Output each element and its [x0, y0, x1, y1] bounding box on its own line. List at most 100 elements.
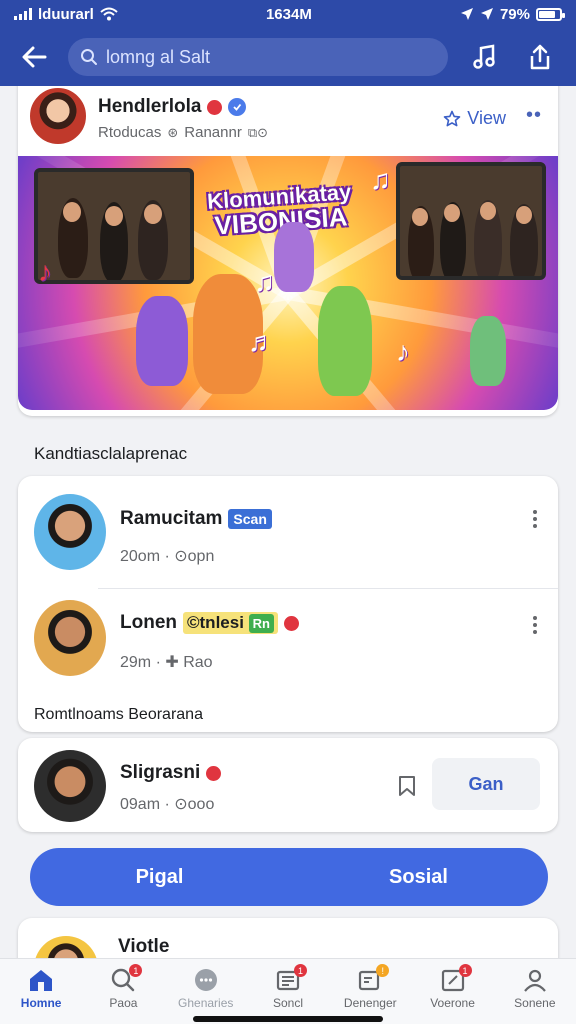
carrier-name: lduurarl — [38, 5, 94, 23]
live-badge-icon — [207, 99, 223, 115]
person-name-text: Lonen — [120, 612, 177, 633]
pigal-button[interactable]: Pigal — [30, 848, 289, 906]
notification-dot-icon — [206, 765, 222, 781]
person-meta: 20om · ⊙opn — [120, 548, 215, 565]
people-card: Ramucitam Scan 20om · ⊙opn Lonen ©tnlesi… — [18, 476, 558, 732]
notification-dot-icon — [284, 615, 300, 631]
post-meta-text: Rtoducas — [98, 124, 162, 141]
person-name[interactable]: Viotle — [118, 936, 169, 958]
tab-label: Ghenaries — [178, 996, 234, 1010]
search-icon: 1 — [109, 964, 143, 993]
tab-news[interactable]: 1 Soncl — [247, 959, 329, 1024]
home-indicator — [193, 1016, 383, 1022]
avatar[interactable] — [34, 750, 106, 822]
home-icon — [27, 967, 55, 993]
music-note-icon-4: ♪ — [38, 256, 52, 287]
cartoon-boy-character — [318, 286, 372, 396]
last-card: Viotle — [18, 918, 558, 958]
avatar[interactable] — [34, 936, 98, 958]
more-options-icon[interactable] — [532, 616, 538, 634]
person-name[interactable]: Sligrasni — [120, 762, 222, 784]
post-author-name: Hendlerlola — [98, 96, 202, 117]
list-item[interactable]: Ramucitam Scan 20om · ⊙opn — [18, 476, 558, 588]
sosial-button[interactable]: Sosial — [289, 848, 548, 906]
suggest-card: Sligrasni 09am · ⊙ooo Gan — [18, 738, 558, 832]
tab-home[interactable]: Homne — [0, 959, 82, 1024]
section-label: Kandtiasclalaprenac — [34, 444, 188, 463]
battery-percent: 79% — [499, 5, 530, 23]
tab-profile[interactable]: Sonene — [494, 959, 576, 1024]
star-icon — [443, 110, 461, 126]
avatar[interactable] — [34, 600, 106, 676]
battery-icon — [536, 7, 565, 21]
person-name[interactable]: Ramucitam Scan — [120, 508, 272, 530]
notification-badge: ! — [376, 964, 390, 977]
status-badge-secondary: Rn — [248, 614, 275, 633]
status-badge: Scan — [228, 509, 272, 529]
tab-search[interactable]: 1 Paoa — [82, 959, 164, 1024]
post-header: Hendlerlola Rtoducas ⊛ Ranannr ⧉⊙ View •… — [18, 86, 558, 146]
tab-chat[interactable]: Ghenaries — [165, 959, 247, 1024]
search-input[interactable]: lomng al Salt — [68, 38, 448, 76]
group-photo-left — [34, 168, 194, 284]
tab-label: Soncl — [272, 996, 303, 1010]
post-meta-extra: Ranannr — [184, 124, 242, 141]
location-arrow-icon — [460, 8, 473, 20]
top-bar: lduurarl 1634M 79% lomng al Salt — [0, 0, 576, 86]
compose-icon: 1 — [439, 964, 472, 993]
person-name-text: Ramucitam — [120, 508, 223, 529]
person-name-text: Sligrasni — [120, 762, 201, 783]
person-name[interactable]: Lonen ©tnlesi Rn — [120, 612, 300, 634]
status-badge: ©tnlesi Rn — [183, 612, 279, 634]
author-avatar[interactable] — [30, 88, 86, 144]
status-badge-text: ©tnlesi — [187, 613, 244, 632]
search-icon — [81, 49, 97, 65]
share-upload-icon — [530, 44, 550, 70]
avatar[interactable] — [34, 494, 106, 570]
cartoon-girl-character — [136, 296, 188, 386]
group-photo-right — [396, 162, 546, 280]
music-button[interactable] — [464, 37, 504, 77]
post-card: Hendlerlola Rtoducas ⊛ Ranannr ⧉⊙ View •… — [18, 86, 558, 416]
back-arrow-icon — [22, 46, 47, 68]
bookmark-icon[interactable] — [396, 774, 418, 798]
follow-button[interactable]: Gan — [432, 758, 540, 810]
cartoon-girl-small-character — [274, 222, 314, 292]
globe-icon: ⊛ — [167, 124, 179, 140]
tab-label: Paoa — [109, 996, 138, 1010]
share-button[interactable] — [520, 37, 560, 77]
tab-compose[interactable]: 1 Voerone — [411, 959, 493, 1024]
tab-label: Voerone — [430, 996, 475, 1010]
verified-icon — [228, 98, 247, 116]
more-options-icon[interactable] — [532, 510, 538, 528]
music-note-icon-2: ♪ — [396, 336, 410, 367]
bottom-tab-bar: Homne 1 Paoa Ghenaries 1 Soncl ! Denenge… — [0, 958, 576, 1024]
music-note-icon-1: ♫ — [254, 266, 275, 297]
post-more-icon[interactable]: •• — [526, 104, 542, 127]
news-icon: 1 — [274, 964, 307, 993]
post-banner-image[interactable]: Klomunikatay VIBONISIA ♫ ♪ ♫ ♪ ♬ — [18, 156, 558, 410]
tab-label: Homne — [20, 996, 62, 1010]
signal-icon — [14, 8, 32, 20]
status-bar: lduurarl 1634M 79% — [0, 0, 576, 28]
post-meta: Rtoducas ⊛ Ranannr ⧉⊙ — [98, 124, 268, 141]
view-button[interactable]: View — [443, 108, 506, 129]
clock: 1634M — [265, 5, 312, 23]
tab-label: Sonene — [514, 996, 556, 1010]
notification-badge: 1 — [129, 964, 143, 977]
music-note-icon — [473, 44, 495, 69]
search-placeholder: lomng al Salt — [106, 46, 211, 67]
audience-icon: ⧉⊙ — [247, 124, 269, 140]
split-action-button: Pigal Sosial — [30, 848, 548, 906]
tab-messenger[interactable]: ! Denenger — [329, 959, 411, 1024]
music-note-icon-3: ♫ — [370, 164, 391, 195]
feed: Hendlerlola Rtoducas ⊛ Ranannr ⧉⊙ View •… — [0, 86, 576, 958]
notification-badge: 1 — [293, 964, 307, 977]
person-meta: 29m · ✚ Rao — [120, 654, 213, 671]
person-meta: 09am · ⊙ooo — [120, 796, 215, 813]
back-button[interactable] — [16, 39, 52, 75]
list-item[interactable]: Lonen ©tnlesi Rn 29m · ✚ Rao — [18, 588, 558, 698]
view-label: View — [467, 108, 506, 128]
location-arrow-icon-2 — [480, 8, 493, 20]
post-author[interactable]: Hendlerlola — [98, 96, 247, 118]
